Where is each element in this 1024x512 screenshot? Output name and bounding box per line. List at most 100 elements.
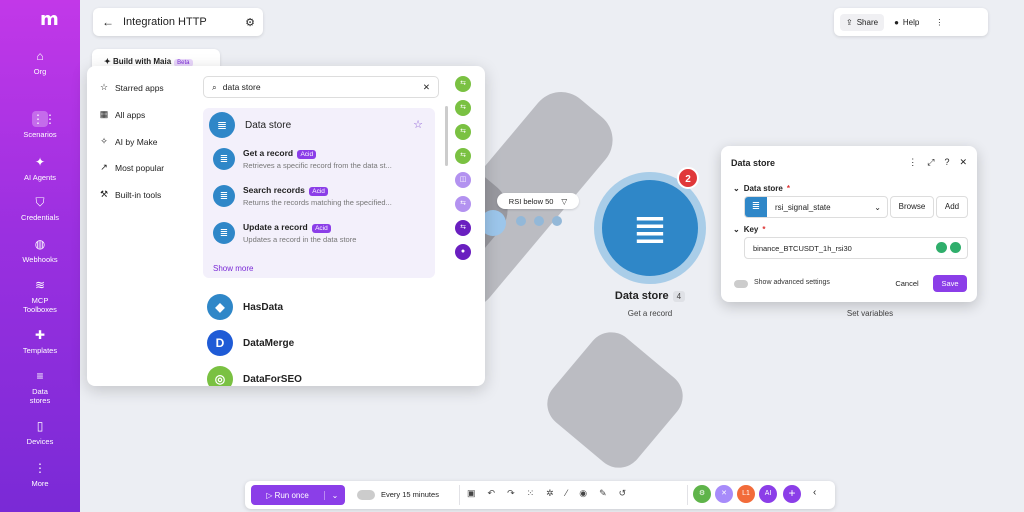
share-button[interactable]: ⇪ Share xyxy=(840,13,885,31)
app-dataforseo[interactable]: ◎ DataForSEO xyxy=(207,366,302,386)
mapping-pills xyxy=(936,242,961,253)
undo-icon[interactable]: ↶ xyxy=(488,488,496,499)
nav-built-in-tools[interactable]: ⚒ Built-in tools xyxy=(99,189,161,200)
database-icon: ≡ xyxy=(36,369,44,383)
flow-control-icon[interactable]: ✕ xyxy=(715,485,733,503)
help-button[interactable]: ● Help xyxy=(888,14,925,31)
lightbulb-icon[interactable]: ✲ xyxy=(546,488,554,499)
sidebar-item-devices[interactable]: ▯ Devices xyxy=(0,418,80,446)
io-icon[interactable]: ⁄ xyxy=(566,488,568,499)
more-options-icon[interactable]: ⋮ xyxy=(929,14,949,31)
settings-sliders-icon[interactable]: ⚙ xyxy=(237,16,263,29)
close-icon[interactable]: ✕ xyxy=(959,157,967,168)
nav-ai-by-make[interactable]: ✧ AI by Make xyxy=(99,136,157,147)
map-icon[interactable] xyxy=(936,242,947,253)
ai-app-icon[interactable]: AI xyxy=(759,485,777,503)
category-icon[interactable]: ⇆ xyxy=(455,124,471,140)
advanced-settings-toggle[interactable] xyxy=(734,280,748,288)
action-update-a-record[interactable]: ≣ Update a record Acid Updates a record i… xyxy=(213,222,425,244)
acid-badge: Acid xyxy=(309,187,328,196)
edit-icon[interactable]: ✎ xyxy=(599,488,607,499)
scrollbar[interactable] xyxy=(445,106,448,166)
key-input[interactable]: binance_BTCUSDT_1h_rsi30 xyxy=(744,237,968,259)
schedule-toggle[interactable] xyxy=(357,490,375,500)
wifi-icon: ≋ xyxy=(34,278,46,292)
category-icon[interactable]: ⇆ xyxy=(455,196,471,212)
help-icon[interactable]: ? xyxy=(944,157,949,168)
database-icon: ≣ xyxy=(632,204,668,252)
run-once-button[interactable]: ▷ Run once ⌄ xyxy=(251,485,345,505)
search-input[interactable]: ⌕ data store ✕ xyxy=(203,76,439,98)
data-store-app[interactable]: ≣ Data store ☆ xyxy=(209,112,429,138)
divider xyxy=(687,485,688,505)
action-get-a-record[interactable]: ≣ Get a record Acid Retrieves a specific … xyxy=(213,148,425,170)
category-icon[interactable]: ⇆ xyxy=(455,148,471,164)
nav-most-popular[interactable]: ↗ Most popular xyxy=(99,162,164,173)
grid-icon[interactable]: ⁙ xyxy=(527,488,535,499)
add-module-button[interactable]: + xyxy=(783,485,801,503)
redo-icon[interactable]: ↷ xyxy=(507,488,515,499)
tools-app-icon[interactable]: ⚙ xyxy=(693,485,711,503)
more-options-icon[interactable]: ⋮ xyxy=(908,157,917,168)
datastore-select[interactable]: ≣ rsi_signal_state ⌄ xyxy=(744,196,888,218)
filter-icon: ▽ xyxy=(561,196,568,206)
sidebar-item-org[interactable]: ⌂ Org xyxy=(0,48,80,76)
phone-icon: ▯ xyxy=(36,419,44,433)
category-icon[interactable]: ⇆ xyxy=(455,76,471,92)
back-arrow-icon[interactable]: ← xyxy=(93,15,123,29)
nav-starred-apps[interactable]: ☆ Starred apps xyxy=(99,82,164,93)
chevron-down-icon[interactable]: ⌄ xyxy=(325,491,345,500)
sidebar-item-scenarios[interactable]: ⋮⋮ Scenarios xyxy=(0,111,80,139)
category-icon[interactable]: ◫ xyxy=(455,172,471,188)
cancel-button[interactable]: Cancel xyxy=(887,275,927,292)
browse-button[interactable]: Browse xyxy=(890,196,934,218)
share-icon: ⇪ xyxy=(846,17,853,27)
sidebar: m ⌂ Org ⋮⋮ Scenarios ✦ AI Agents ⛉ Credentia… xyxy=(0,0,80,512)
category-icon[interactable]: ● xyxy=(455,244,471,260)
app-hasdata[interactable]: ◆ HasData xyxy=(207,294,283,320)
clear-icon[interactable]: ✕ xyxy=(423,82,430,93)
sidebar-item-credentials[interactable]: ⛉ Credentials xyxy=(0,194,80,222)
star-icon[interactable]: ☆ xyxy=(413,118,423,131)
chevron-down-icon[interactable]: ⌄ xyxy=(733,225,740,234)
schedule-label[interactable]: Every 15 minutes xyxy=(381,490,439,499)
eye-icon[interactable]: ◉ xyxy=(579,488,587,499)
action-search-records[interactable]: ≣ Search records Acid Returns the records… xyxy=(213,185,425,207)
sidebar-item-more[interactable]: ⋮ More xyxy=(0,460,80,488)
play-icon: ▷ xyxy=(266,490,275,500)
database-icon: ≣ xyxy=(213,185,235,207)
chevron-down-icon[interactable]: ⌄ xyxy=(733,184,740,193)
sidebar-item-ai-agents[interactable]: ✦ AI Agents xyxy=(0,154,80,182)
scenario-header: ← Integration HTTP ⚙ xyxy=(93,8,263,36)
scenario-title[interactable]: Integration HTTP xyxy=(123,16,237,28)
node-subtitle: Get a record xyxy=(627,309,673,318)
bottom-toolbar: ▷ Run once ⌄ Every 15 minutes ▣ ↶ ↷ ⁙ ✲ ⁄… xyxy=(245,481,835,509)
sidebar-item-templates[interactable]: ✚ Templates xyxy=(0,327,80,355)
toolbar-tools: ▣ ↶ ↷ ⁙ ✲ ⁄ ◉ ✎ ↺ xyxy=(467,488,626,499)
category-icon[interactable]: ⇆ xyxy=(455,100,471,116)
expand-icon[interactable]: ⤢ xyxy=(927,157,934,168)
nav-all-apps[interactable]: ▦ All apps xyxy=(99,109,146,120)
make-logo[interactable]: m xyxy=(40,9,59,30)
function-icon[interactable] xyxy=(950,242,961,253)
sidebar-item-webhooks[interactable]: ◍ Webhooks xyxy=(0,236,80,264)
sparkle-icon: ✦ xyxy=(104,57,113,66)
category-icon[interactable]: ⇆ xyxy=(455,220,471,236)
history-icon[interactable]: ↺ xyxy=(619,488,627,499)
chevron-left-icon[interactable]: ‹ xyxy=(813,487,816,498)
database-icon: ≣ xyxy=(213,148,235,170)
show-more-link[interactable]: Show more xyxy=(213,264,253,273)
text-parser-icon[interactable]: L1 xyxy=(737,485,755,503)
category-strip: ⇆ ⇆ ⇆ ⇆ ◫ ⇆ ⇆ ● xyxy=(455,76,473,268)
home-icon: ⌂ xyxy=(36,49,44,63)
sidebar-item-data-stores[interactable]: ≡ Data stores xyxy=(0,368,80,405)
filter-label[interactable]: RSI below 50 ▽ xyxy=(497,193,579,209)
save-button[interactable]: Save xyxy=(933,275,967,292)
database-icon: ≣ xyxy=(213,222,235,244)
shield-icon: ⛉ xyxy=(35,195,45,209)
sidebar-item-mcp-toolboxes[interactable]: ≋ MCP Toolboxes xyxy=(0,277,80,314)
app-datamerge[interactable]: D DataMerge xyxy=(207,330,294,356)
save-icon[interactable]: ▣ xyxy=(467,488,476,499)
help-icon: ● xyxy=(894,17,899,27)
add-button[interactable]: Add xyxy=(936,196,968,218)
